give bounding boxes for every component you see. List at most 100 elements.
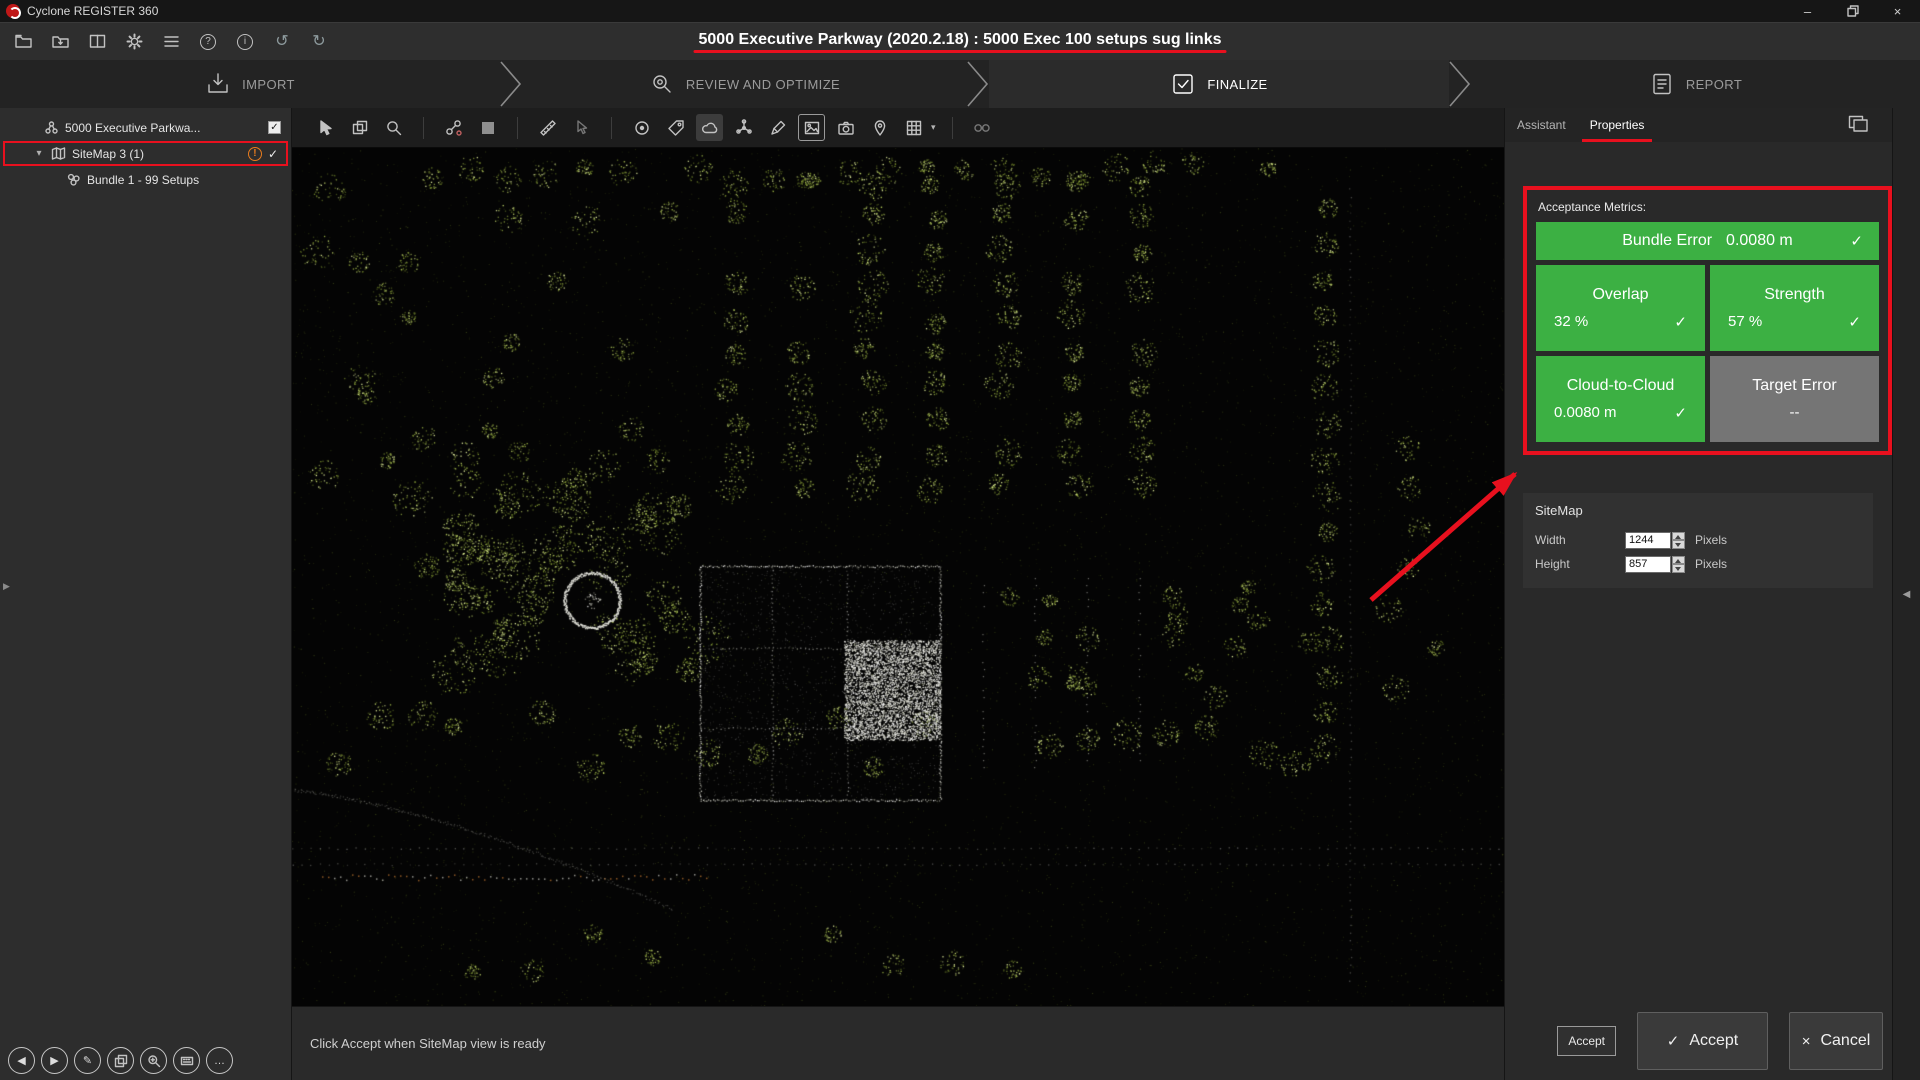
cloud-to-cloud-label: Cloud-to-Cloud <box>1554 377 1687 395</box>
folder-import-icon <box>51 32 70 51</box>
accept-button-label: Accept <box>1689 1032 1738 1050</box>
grid-icon <box>904 118 924 138</box>
geotag-button[interactable] <box>866 114 893 141</box>
height-input[interactable] <box>1625 556 1671 573</box>
point-cloud-viewport[interactable] <box>292 148 1504 1006</box>
restore-icon <box>1847 5 1859 17</box>
panel-layout-button[interactable] <box>1848 115 1868 138</box>
log-button[interactable] <box>160 31 182 53</box>
redo-icon: ↻ <box>312 34 325 50</box>
sitemap-icon <box>51 146 66 161</box>
tree-expand-caret-icon[interactable]: ▾ <box>33 148 45 159</box>
tab-finalize[interactable]: FINALIZE <box>989 60 1449 108</box>
stepper-down-icon[interactable] <box>1672 540 1685 549</box>
tab-assistant[interactable]: Assistant <box>1505 108 1578 142</box>
clone-view-button[interactable] <box>346 114 373 141</box>
pano-view-button[interactable] <box>474 114 501 141</box>
cursor-icon <box>316 118 336 138</box>
import-project-button[interactable] <box>49 31 71 53</box>
height-unit: Pixels <box>1695 557 1727 571</box>
links-visibility-button[interactable] <box>440 114 467 141</box>
point-cloud-canvas[interactable] <box>292 148 1504 1006</box>
back-button[interactable]: ◀ <box>8 1047 35 1074</box>
open-project-button[interactable] <box>12 31 34 53</box>
tab-finalize-label: FINALIZE <box>1207 77 1267 92</box>
stepper-up-icon[interactable] <box>1672 532 1685 541</box>
help-button[interactable]: ? <box>197 31 219 53</box>
panel-collapse-strip[interactable]: ◀ <box>1892 108 1920 1080</box>
snapshot-button[interactable] <box>832 114 859 141</box>
app-logo-icon <box>6 4 20 18</box>
tab-separator <box>500 60 522 108</box>
target-error-value: -- <box>1790 404 1800 421</box>
stepper-up-icon[interactable] <box>1672 556 1685 565</box>
layers-icon <box>114 1054 128 1068</box>
maximize-button[interactable] <box>1830 0 1875 22</box>
tree-item-project-label: 5000 Executive Parkwa... <box>65 121 200 135</box>
toolbar-divider <box>423 117 424 139</box>
project-checkbox[interactable]: ✓ <box>268 121 281 134</box>
grid-dropdown-caret-icon[interactable]: ▾ <box>931 122 936 133</box>
forward-button[interactable]: ▶ <box>41 1047 68 1074</box>
optimize-links-button[interactable] <box>969 114 996 141</box>
info-button[interactable]: i <box>234 31 256 53</box>
check-icon: ✓ <box>1850 232 1863 250</box>
check-icon: ✓ <box>1674 313 1687 331</box>
pencil-icon: ✎ <box>83 1054 92 1067</box>
layout-panels-button[interactable] <box>86 31 108 53</box>
tab-review-optimize[interactable]: REVIEW AND OPTIMIZE <box>522 60 967 108</box>
zoom-window-button[interactable] <box>380 114 407 141</box>
layers-button[interactable] <box>107 1047 134 1074</box>
camera-icon <box>836 118 856 138</box>
tree-item-bundle[interactable]: Bundle 1 - 99 Setups <box>0 167 291 192</box>
settings-button[interactable] <box>123 31 145 53</box>
undo-button[interactable]: ↺ <box>271 31 293 53</box>
draw-button[interactable]: ✎ <box>74 1047 101 1074</box>
network-icon <box>734 118 754 138</box>
pen-tool-button[interactable] <box>764 114 791 141</box>
height-stepper[interactable] <box>1672 556 1685 573</box>
cloud-tool-button[interactable] <box>696 114 723 141</box>
main-area: 5000 Executive Parkwa... ✓ ▾ SiteMap 3 (… <box>0 108 1920 1080</box>
more-button[interactable]: … <box>206 1047 233 1074</box>
target-tool-button[interactable] <box>628 114 655 141</box>
width-input[interactable] <box>1625 532 1671 549</box>
grid-options-button[interactable] <box>900 114 927 141</box>
cloud-to-cloud-metric: Cloud-to-Cloud 0.0080 m ✓ <box>1536 356 1705 442</box>
tree-item-sitemap-label: SiteMap 3 (1) <box>72 147 144 161</box>
ruler-icon <box>538 118 558 138</box>
graph-tool-button[interactable] <box>730 114 757 141</box>
tab-report[interactable]: REPORT <box>1471 60 1920 108</box>
left-panel-handle[interactable]: ▶ <box>3 581 10 592</box>
panels-icon <box>88 32 107 51</box>
width-stepper[interactable] <box>1672 532 1685 549</box>
bundle-icon <box>66 172 81 187</box>
select-tool-button[interactable] <box>312 114 339 141</box>
tree-item-sitemap[interactable]: ▾ SiteMap 3 (1) ! ✓ <box>3 141 288 166</box>
tag-tool-button[interactable] <box>662 114 689 141</box>
close-button[interactable]: × <box>1875 0 1920 22</box>
sitemap-image-button[interactable] <box>798 114 825 141</box>
redo-button[interactable]: ↻ <box>308 31 330 53</box>
main-toolbar: ? i ↺ ↻ 5000 Executive Parkway (2020.2.1… <box>0 22 1920 60</box>
screen-button[interactable] <box>173 1047 200 1074</box>
tab-properties[interactable]: Properties <box>1578 108 1657 142</box>
image-square-icon <box>478 118 498 138</box>
minimize-button[interactable]: – <box>1785 0 1830 22</box>
pick-tool-button[interactable] <box>568 114 595 141</box>
keyboard-icon <box>180 1054 194 1068</box>
accept-small-button[interactable]: Accept <box>1557 1026 1616 1056</box>
measure-tool-button[interactable] <box>534 114 561 141</box>
stepper-down-icon[interactable] <box>1672 564 1685 573</box>
tab-import[interactable]: IMPORT <box>0 60 500 108</box>
cancel-button[interactable]: × Cancel <box>1789 1012 1883 1070</box>
gear-icon <box>125 32 144 51</box>
width-unit: Pixels <box>1695 533 1727 547</box>
accept-button[interactable]: ✓ Accept <box>1637 1012 1768 1070</box>
tree-item-project[interactable]: 5000 Executive Parkwa... ✓ <box>0 115 291 140</box>
collapse-chevron-icon: ◀ <box>1903 589 1911 600</box>
zoom-button[interactable] <box>140 1047 167 1074</box>
import-icon <box>205 71 231 97</box>
info-icon: i <box>237 34 253 50</box>
target-error-label: Target Error <box>1728 377 1861 395</box>
